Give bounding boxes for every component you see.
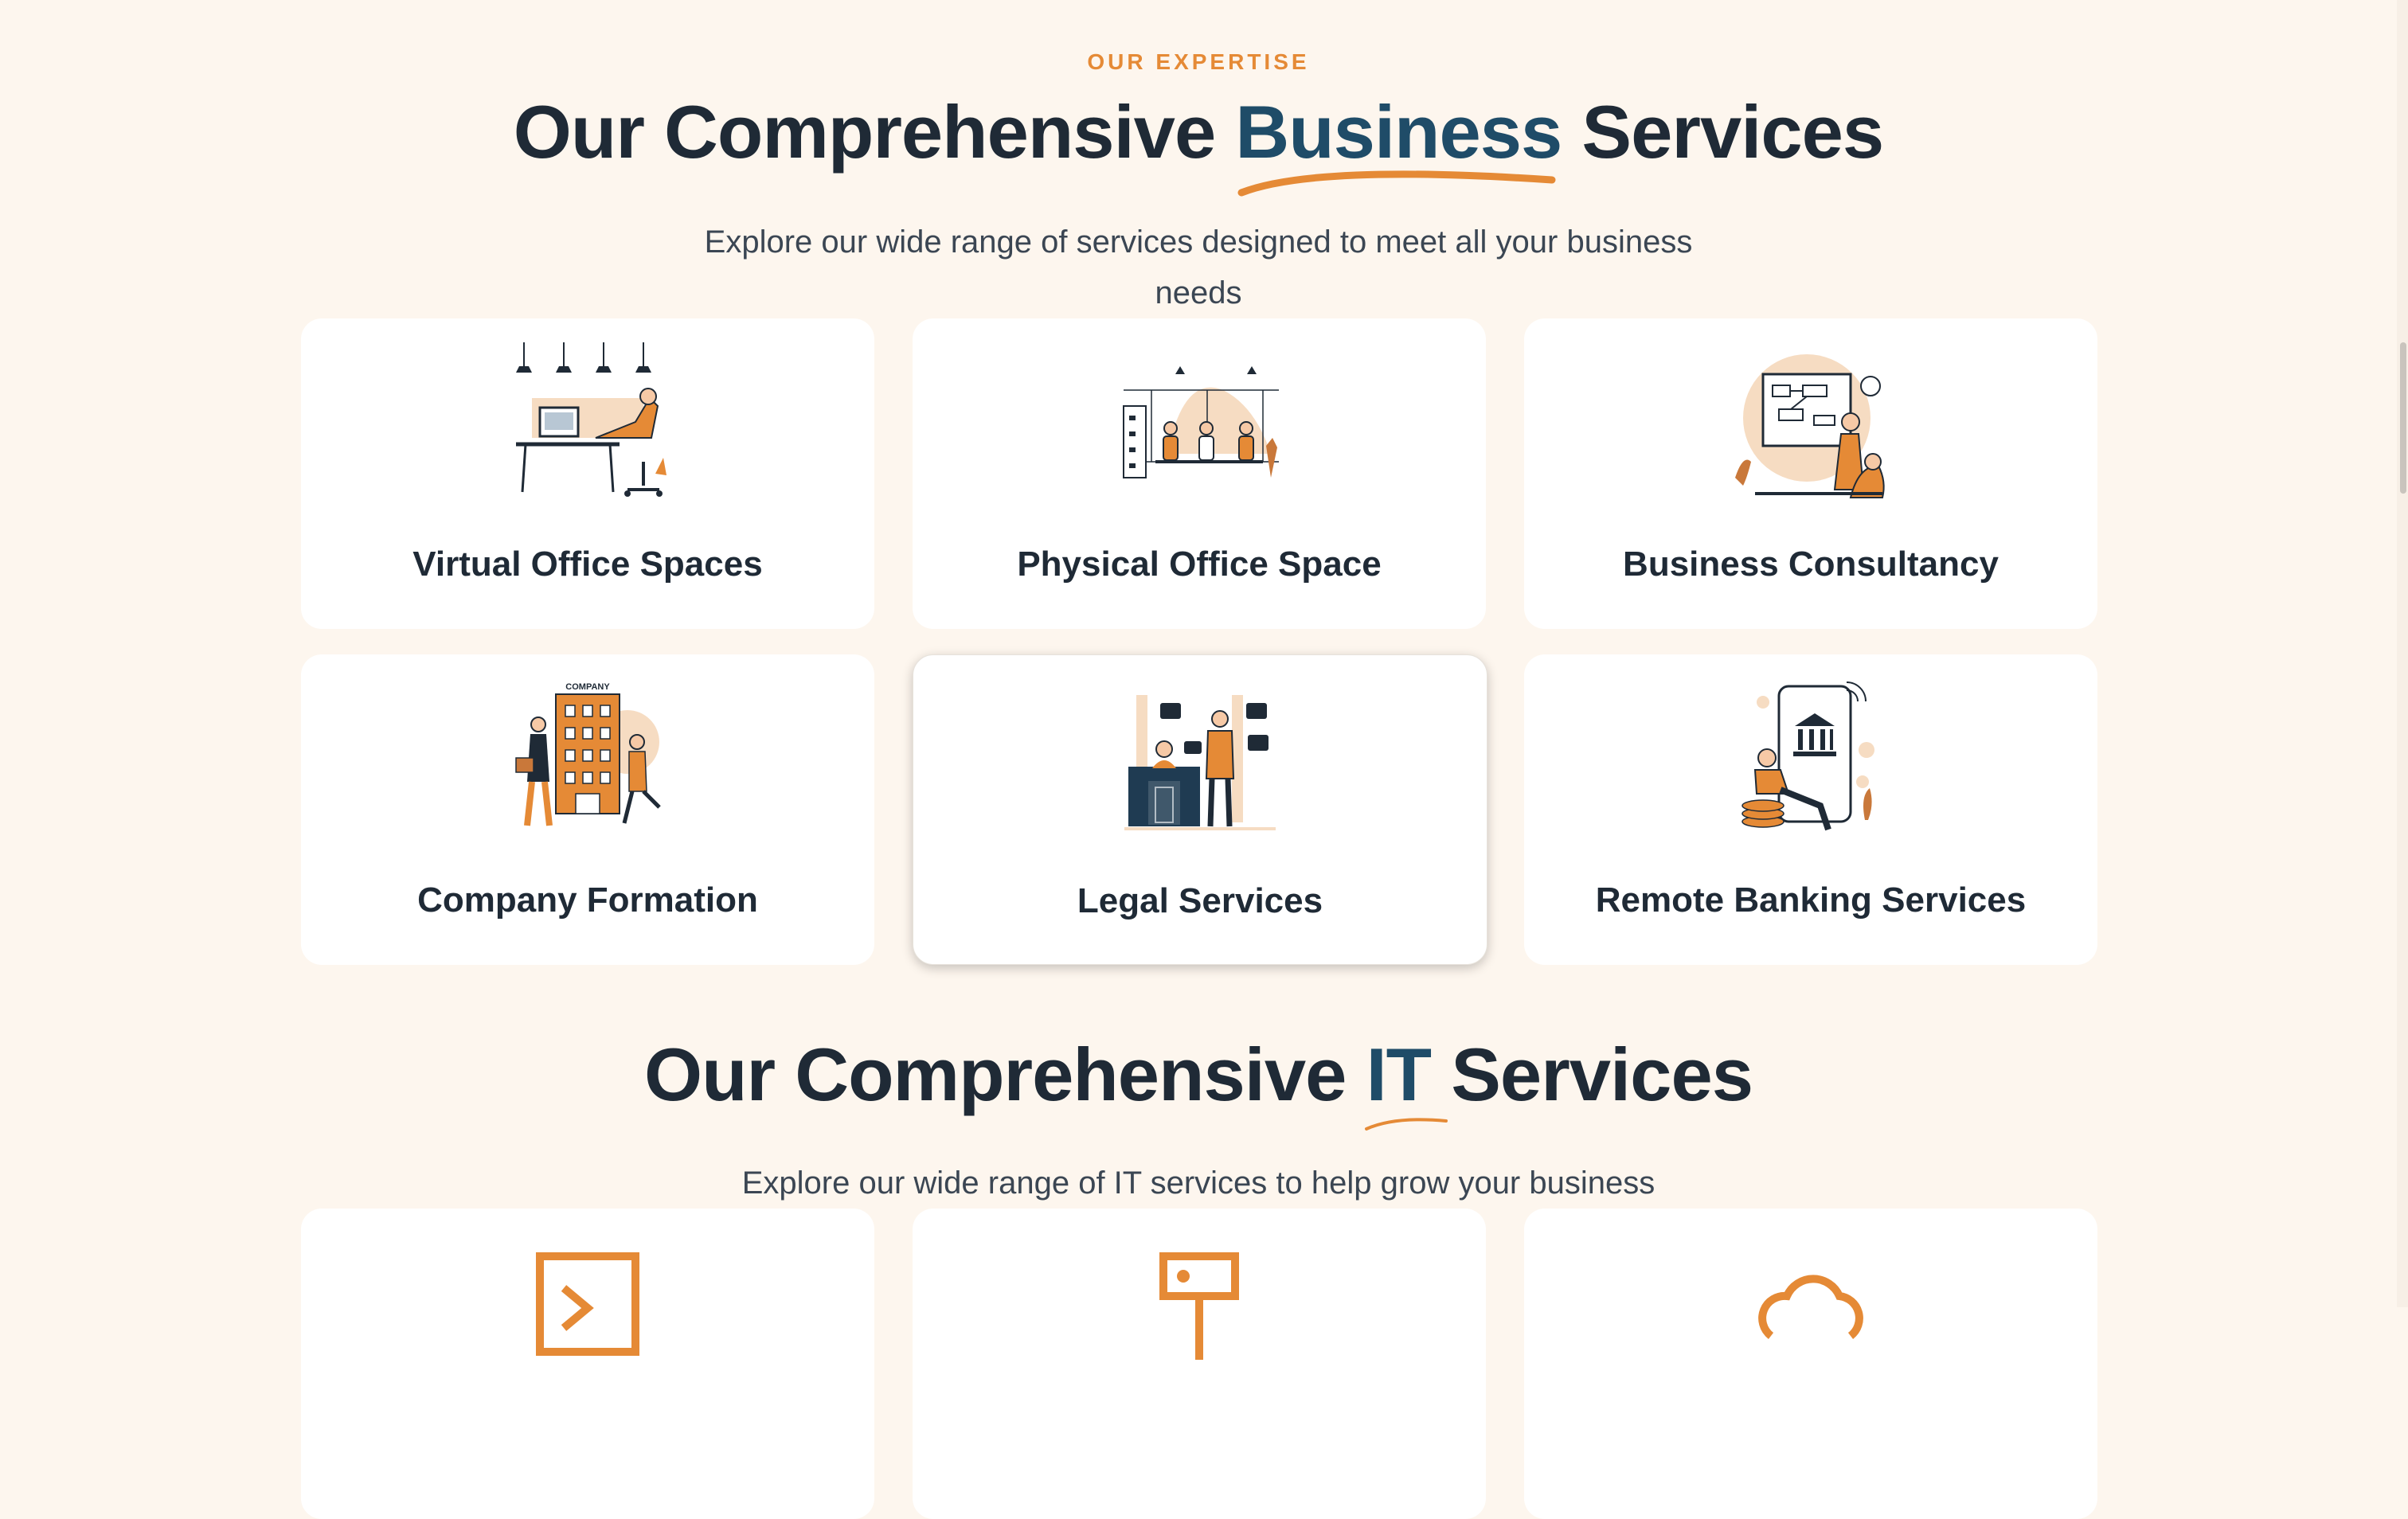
- eyebrow-label: OUR EXPERTISE: [1087, 49, 1310, 74]
- company-formation-illustration: COMPANY: [515, 682, 661, 826]
- it-section-subtitle: Explore our wide range of IT services to…: [0, 1158, 2397, 1209]
- business-section-title: Our Comprehensive Business Services: [0, 89, 2397, 197]
- terminal-icon: [536, 1252, 639, 1356]
- company-sign-label: COMPANY: [565, 682, 610, 692]
- it-section-title: Our Comprehensive IT Services: [0, 1032, 2397, 1130]
- service-card-remote-banking[interactable]: Remote Banking Services: [1524, 654, 2097, 965]
- title-highlight-text: IT: [1366, 1033, 1433, 1116]
- card-title: Legal Services: [1077, 881, 1323, 920]
- page-scrollbar[interactable]: [2397, 0, 2408, 1307]
- card-title: Company Formation: [417, 881, 758, 920]
- service-card-business-consultancy[interactable]: Business Consultancy: [1524, 318, 2097, 629]
- card-title: Physical Office Space: [1017, 545, 1382, 584]
- title-suffix: Services: [1431, 1033, 1753, 1116]
- remote-banking-illustration: [1742, 681, 1874, 831]
- underline-swoosh: [1237, 170, 1556, 197]
- it-card-signpost[interactable]: [913, 1209, 1486, 1519]
- subtitle-line-1: Explore our wide range of services desig…: [704, 225, 1693, 260]
- physical-office-illustration: [1123, 366, 1279, 478]
- cloud-icon: [1758, 1275, 1863, 1339]
- card-title: Business Consultancy: [1623, 545, 1999, 584]
- it-card-cloud[interactable]: [1524, 1209, 2097, 1519]
- virtual-office-illustration: [516, 342, 666, 497]
- it-subtitle-line: Explore our wide range of IT services to…: [741, 1166, 1656, 1201]
- subtitle-line-2: needs: [1155, 275, 1242, 310]
- card-title: Remote Banking Services: [1595, 881, 2027, 920]
- title-suffix: Services: [1562, 90, 1884, 174]
- underline-swoosh: [1364, 1118, 1448, 1130]
- title-highlight: IT: [1364, 1032, 1448, 1130]
- title-highlight: Business: [1235, 89, 1562, 197]
- card-title: Virtual Office Spaces: [412, 545, 763, 584]
- service-card-virtual-office[interactable]: Virtual Office Spaces: [301, 318, 874, 629]
- title-prefix: Our Comprehensive: [643, 1033, 1366, 1116]
- business-section-subtitle: Explore our wide range of services desig…: [0, 217, 2397, 318]
- title-prefix: Our Comprehensive: [513, 90, 1236, 174]
- service-card-company-formation[interactable]: COMPANY Company Formation: [301, 654, 874, 965]
- it-card-terminal[interactable]: [301, 1209, 874, 1519]
- title-highlight-text: Business: [1235, 90, 1562, 174]
- legal-services-illustration: [1124, 695, 1276, 830]
- scrollbar-thumb[interactable]: [2400, 342, 2406, 494]
- service-card-legal-services[interactable]: Legal Services: [913, 654, 1487, 965]
- service-card-physical-office[interactable]: Physical Office Space: [913, 318, 1486, 629]
- business-consultancy-illustration: [1735, 354, 1885, 498]
- signpost-icon: [1159, 1252, 1239, 1360]
